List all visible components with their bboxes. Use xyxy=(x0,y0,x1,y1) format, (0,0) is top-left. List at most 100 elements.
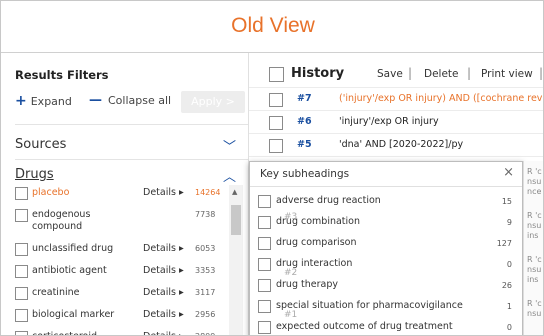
history-row[interactable]: #5 'dna' AND [2020-2022]/py xyxy=(249,133,543,156)
select-all-checkbox[interactable] xyxy=(269,67,284,82)
drug-label: corticosteroid xyxy=(32,331,132,335)
subheading-label: special situation for pharmacovigilance xyxy=(276,300,463,311)
subheading-checkbox[interactable] xyxy=(258,279,271,292)
subheading-label: expected outcome of drug treatment xyxy=(276,321,453,332)
drug-item-biological-marker[interactable]: biological marker Details ▸ 2956 xyxy=(15,307,243,329)
minus-icon: — xyxy=(89,93,102,108)
details-link[interactable]: Details ▸ xyxy=(143,265,184,276)
drug-item-corticosteroid[interactable]: corticosteroid Details ▸ 2809 xyxy=(15,329,243,335)
apply-button[interactable]: Apply > xyxy=(181,91,245,113)
subheading-label: drug comparison xyxy=(276,237,357,248)
underlying-history-number: #3 xyxy=(284,212,298,222)
history-row-query[interactable]: 'dna' AND [2020-2022]/py xyxy=(339,139,463,150)
drug-item-creatinine[interactable]: creatinine Details ▸ 3117 xyxy=(15,285,243,307)
details-link[interactable]: Details ▸ xyxy=(143,331,184,335)
drug-label: biological marker xyxy=(32,309,115,320)
drug-count: 7738 xyxy=(195,210,216,219)
results-filters-panel: Results Filters + Expand — Collapse all Ap… xyxy=(1,53,249,335)
history-row-checkbox[interactable] xyxy=(269,116,283,130)
details-link[interactable]: Details ▸ xyxy=(143,309,184,320)
subheading-count: 0 xyxy=(506,323,512,332)
app-window: Old View Results Filters + Expand — Collap… xyxy=(0,0,544,336)
drugs-section-label[interactable]: Drugs xyxy=(15,167,54,182)
drug-item-endogenous-compound[interactable]: endogenous compound 7738 xyxy=(15,207,243,237)
chevron-up-icon[interactable]: ︿ xyxy=(223,166,236,185)
collapse-label: Collapse all xyxy=(108,94,172,107)
separator: | xyxy=(539,66,544,80)
subheading-item[interactable]: adverse drug reaction 15 xyxy=(258,192,516,212)
underlying-history-number: #1 xyxy=(284,310,298,320)
chevron-down-icon[interactable]: ﹀ xyxy=(223,136,236,155)
save-button[interactable]: Save xyxy=(377,68,403,80)
drug-item-unclassified-drug[interactable]: unclassified drug Details ▸ 6053 xyxy=(15,241,243,263)
drug-checkbox[interactable] xyxy=(15,243,28,256)
obscured-history-edge: R 'c nsu nce R 'c nsu ins R 'c nsu ins R 'c nsu xyxy=(523,161,543,335)
subheading-count: 0 xyxy=(506,260,512,269)
drug-label: unclassified drug xyxy=(32,243,114,254)
history-row-query[interactable]: 'injury'/exp OR injury xyxy=(339,116,439,127)
history-row-number: #5 xyxy=(297,139,312,150)
subheading-checkbox[interactable] xyxy=(258,216,271,229)
plus-icon: + xyxy=(15,93,27,109)
popup-title: Key subheadings xyxy=(260,168,350,180)
subheading-count: 9 xyxy=(506,218,512,227)
page-title: Old View xyxy=(231,14,315,37)
scrollbar-thumb[interactable] xyxy=(231,205,241,235)
drug-count: 2956 xyxy=(195,310,216,319)
subheading-label: adverse drug reaction xyxy=(276,195,381,206)
drug-item-antibiotic-agent[interactable]: antibiotic agent Details ▸ 3353 xyxy=(15,263,243,285)
subheading-count: 127 xyxy=(496,239,512,248)
subheading-item[interactable]: drug therapy 26 xyxy=(258,276,516,296)
drug-checkbox[interactable] xyxy=(15,309,28,322)
drug-label: antibiotic agent xyxy=(32,265,107,276)
drug-item-placebo[interactable]: placebo Details ▸ 14264 xyxy=(15,185,243,207)
separator: | xyxy=(408,66,413,80)
history-row[interactable]: #6 'injury'/exp OR injury xyxy=(249,110,543,133)
history-row-number: #6 xyxy=(297,116,312,127)
delete-button[interactable]: Delete xyxy=(424,68,459,80)
expand-button[interactable]: + Expand xyxy=(15,93,72,109)
drug-checkbox[interactable] xyxy=(15,331,28,335)
underlying-history-number: #2 xyxy=(284,268,298,278)
subheading-checkbox[interactable] xyxy=(258,237,271,250)
divider xyxy=(15,159,248,160)
subheading-checkbox[interactable] xyxy=(258,300,271,313)
history-row[interactable]: #7 ('injury'/exp OR injury) AND ([cochra… xyxy=(249,87,543,110)
subheading-count: 26 xyxy=(501,281,512,290)
drug-count: 6053 xyxy=(195,244,216,253)
drug-label: placebo xyxy=(32,187,70,198)
history-row-checkbox[interactable] xyxy=(269,139,283,153)
drug-checkbox[interactable] xyxy=(15,209,28,222)
key-subheadings-popup: Key subheadings × adverse drug reaction … xyxy=(249,161,523,335)
divider xyxy=(250,186,522,187)
details-link[interactable]: Details ▸ xyxy=(143,243,184,254)
history-title: History xyxy=(291,66,345,81)
drug-checkbox[interactable] xyxy=(15,265,28,278)
history-row-checkbox[interactable] xyxy=(269,93,283,107)
drug-checkbox[interactable] xyxy=(15,287,28,300)
history-row-query[interactable]: ('injury'/exp OR injury) AND ([cochrane … xyxy=(339,93,543,104)
scroll-up-icon[interactable]: ▲ xyxy=(232,188,237,196)
subheading-item[interactable]: drug comparison 127 xyxy=(258,234,516,254)
drug-label: creatinine xyxy=(32,287,80,298)
drugs-scrollbar[interactable]: ▲ xyxy=(229,185,243,335)
drug-checkbox[interactable] xyxy=(15,187,28,200)
print-view-button[interactable]: Print view xyxy=(481,68,533,80)
subheading-checkbox[interactable] xyxy=(258,195,271,208)
details-link[interactable]: Details ▸ xyxy=(143,287,184,298)
details-link[interactable]: Details ▸ xyxy=(143,187,184,198)
drug-count: 3117 xyxy=(195,288,216,297)
subheading-checkbox[interactable] xyxy=(258,321,271,334)
drug-count: 14264 xyxy=(195,188,221,197)
drug-count: 3353 xyxy=(195,266,216,275)
subheading-checkbox[interactable] xyxy=(258,258,271,271)
header-bar: Old View xyxy=(1,1,543,53)
history-row-number: #7 xyxy=(297,93,312,104)
subheading-label: drug therapy xyxy=(276,279,338,290)
sources-section-label[interactable]: Sources xyxy=(15,137,66,152)
close-icon[interactable]: × xyxy=(503,165,514,180)
subheading-item[interactable]: expected outcome of drug treatment 0 xyxy=(258,318,516,335)
collapse-all-button[interactable]: — Collapse all xyxy=(89,93,171,108)
subheading-count: 15 xyxy=(501,197,512,206)
history-toolbar: History Save | Delete | Print view | xyxy=(249,53,544,87)
